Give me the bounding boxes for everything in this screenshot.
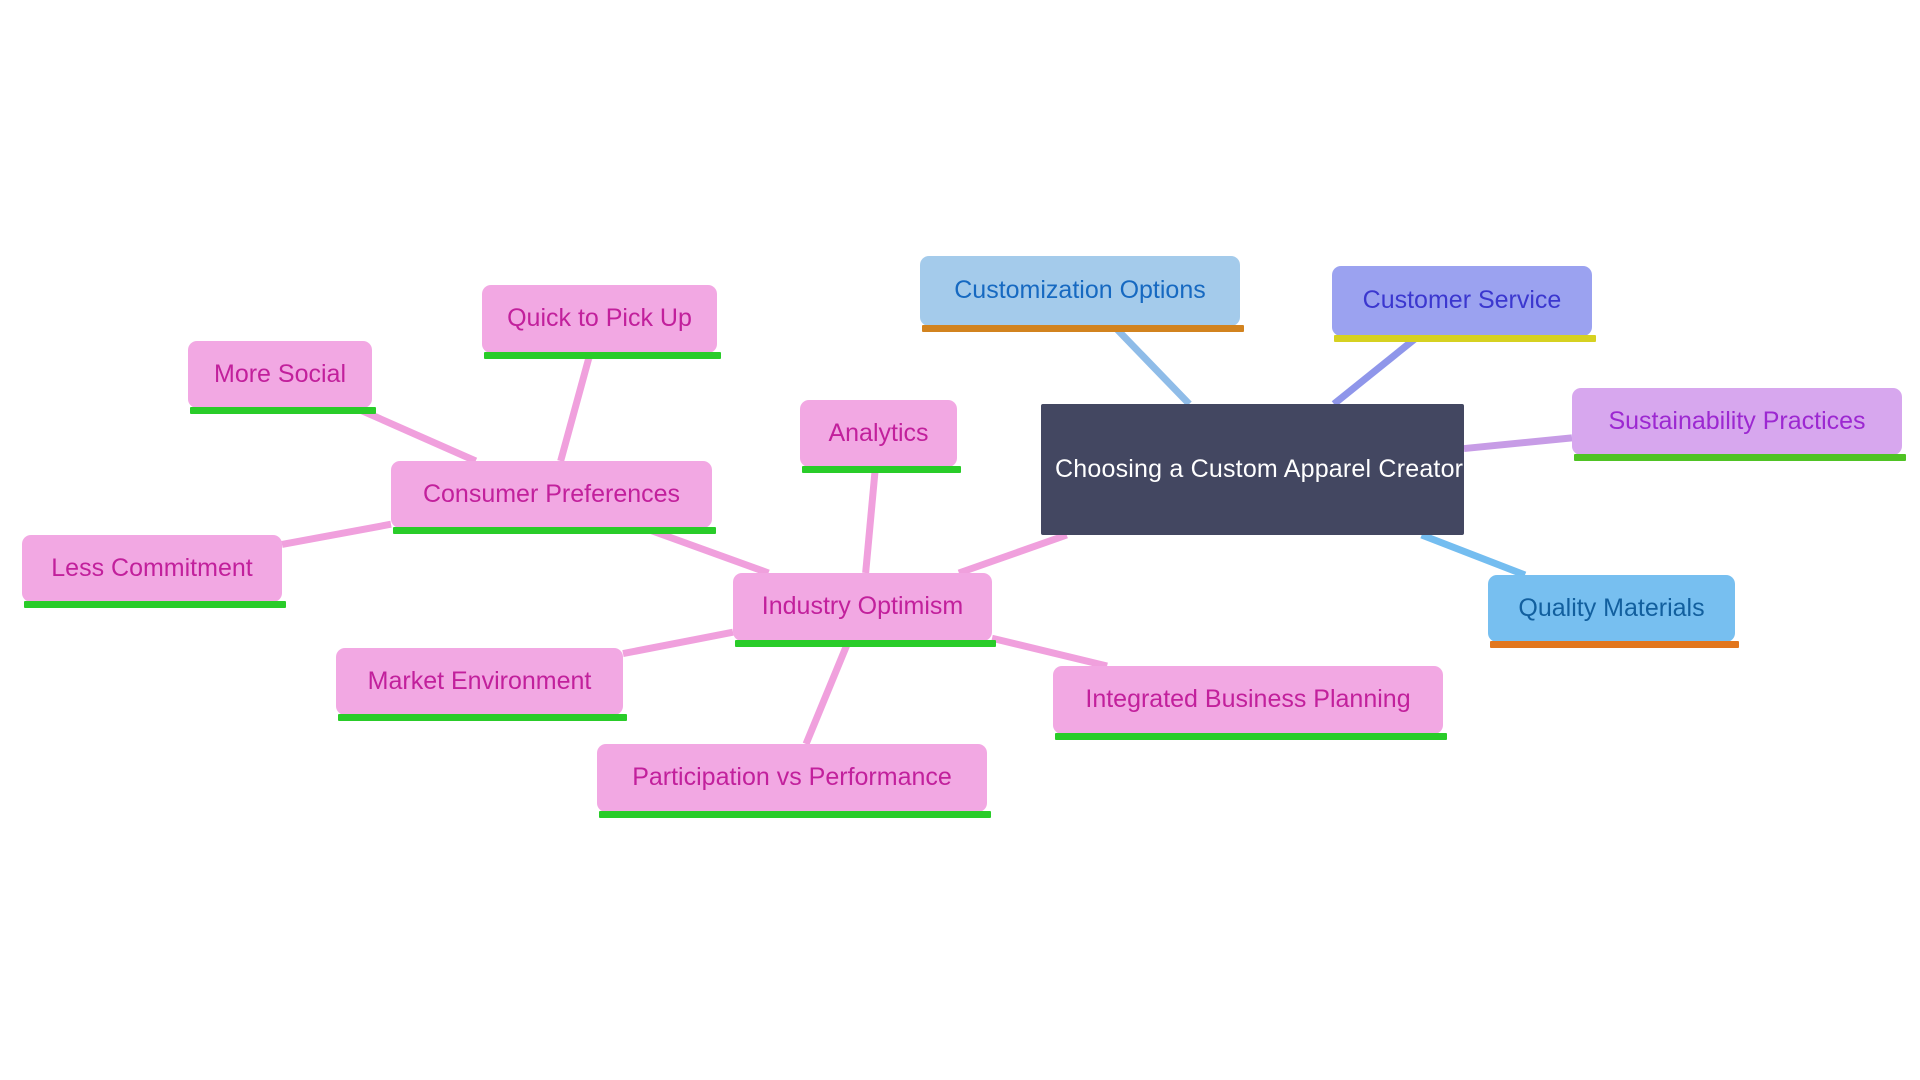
- edge-root-industry-optimism: [957, 531, 1068, 577]
- edge-consumer-less-commitment: [281, 520, 392, 548]
- node-industry-optimism[interactable]: Industry Optimism: [733, 573, 996, 647]
- node-label-quality-materials: Quality Materials: [1518, 593, 1705, 622]
- node-underline-quality-materials: [1490, 641, 1739, 648]
- edge-industry-market-environment: [622, 628, 734, 658]
- node-label-root: Choosing a Custom Apparel Creator: [1055, 454, 1464, 483]
- node-label-consumer-preferences: Consumer Preferences: [422, 479, 681, 508]
- node-underline-more-social: [190, 407, 376, 414]
- node-sustainability-practices[interactable]: Sustainability Practices: [1572, 388, 1906, 461]
- node-label-more-social: More Social: [214, 359, 346, 388]
- node-label-analytics: Analytics: [828, 418, 929, 447]
- edge-root-quality: [1420, 531, 1527, 579]
- node-label-sustainability-practices: Sustainability Practices: [1608, 406, 1866, 435]
- edge-industry-consumer: [642, 524, 770, 577]
- node-underline-consumer-preferences: [393, 527, 716, 534]
- mindmap-canvas: Choosing a Custom Apparel Creator Customi…: [0, 0, 1920, 1080]
- node-underline-market-environment: [338, 714, 627, 721]
- node-less-commitment[interactable]: Less Commitment: [22, 535, 286, 608]
- node-underline-sustainability-practices: [1574, 454, 1906, 461]
- edge-consumer-quick: [557, 352, 594, 462]
- node-analytics[interactable]: Analytics: [800, 400, 961, 473]
- edge-industry-integrated: [991, 634, 1108, 670]
- node-label-participation-vs-performance: Participation vs Performance: [632, 763, 952, 792]
- node-label-industry-optimism: Industry Optimism: [761, 592, 964, 621]
- node-underline-analytics: [802, 466, 961, 473]
- node-label-less-commitment: Less Commitment: [51, 553, 253, 582]
- node-consumer-preferences[interactable]: Consumer Preferences: [391, 461, 716, 534]
- node-label-integrated-business-planning: Integrated Business Planning: [1085, 685, 1411, 714]
- node-integrated-business-planning[interactable]: Integrated Business Planning: [1053, 666, 1447, 740]
- edge-root-sustainability: [1463, 434, 1573, 453]
- node-participation-vs-performance[interactable]: Participation vs Performance: [597, 744, 991, 818]
- node-market-environment[interactable]: Market Environment: [336, 648, 627, 721]
- edge-layer: [281, 323, 1573, 746]
- edge-industry-analytics: [862, 466, 879, 574]
- edge-root-customization: [1111, 323, 1192, 407]
- node-label-customization-options: Customization Options: [954, 276, 1206, 305]
- node-underline-less-commitment: [24, 601, 286, 608]
- node-quality-materials[interactable]: Quality Materials: [1488, 575, 1739, 648]
- node-underline-customization-options: [922, 325, 1244, 332]
- edge-industry-participation: [802, 639, 852, 746]
- node-more-social[interactable]: More Social: [188, 341, 376, 414]
- node-quick-to-pick-up[interactable]: Quick to Pick Up: [482, 285, 721, 359]
- node-underline-participation-vs-performance: [599, 811, 991, 818]
- node-underline-industry-optimism: [735, 640, 996, 647]
- node-label-quick-to-pick-up: Quick to Pick Up: [507, 304, 692, 333]
- edge-root-customer-service: [1331, 333, 1421, 407]
- node-customer-service[interactable]: Customer Service: [1332, 266, 1596, 342]
- node-customization-options[interactable]: Customization Options: [920, 256, 1244, 332]
- node-label-market-environment: Market Environment: [367, 666, 592, 695]
- node-label-customer-service: Customer Service: [1362, 286, 1562, 315]
- edge-consumer-more-social: [354, 404, 478, 465]
- node-underline-quick-to-pick-up: [484, 352, 721, 359]
- node-underline-integrated-business-planning: [1055, 733, 1447, 740]
- node-root[interactable]: Choosing a Custom Apparel Creator: [1041, 404, 1464, 535]
- node-underline-customer-service: [1334, 335, 1596, 342]
